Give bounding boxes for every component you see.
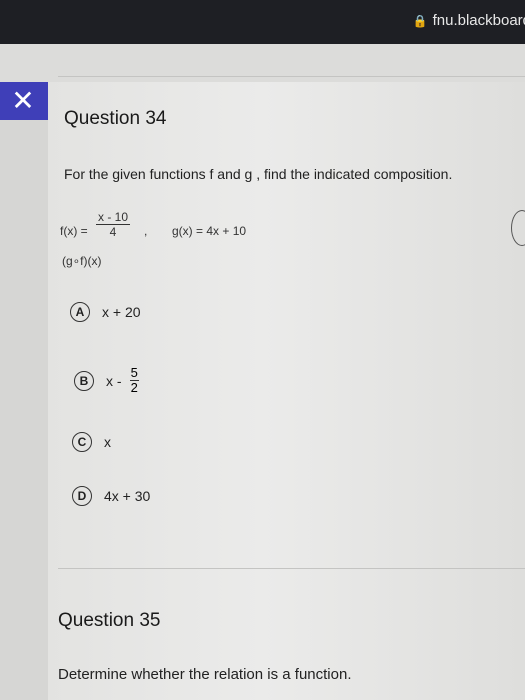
url-text: fnu.blackboard: [432, 12, 525, 29]
g-definition: g(x) = 4x + 10: [172, 224, 247, 238]
question-34-title: Question 34: [64, 108, 167, 129]
question-35-prompt: Determine whether the relation is a func…: [58, 666, 352, 683]
radio-a[interactable]: A: [70, 302, 90, 322]
option-c-text: x: [104, 434, 111, 450]
close-icon[interactable]: ✕: [8, 86, 38, 116]
option-b-frac-num: 5: [129, 365, 139, 381]
option-a-text: x + 20: [102, 304, 141, 320]
edge-control: [511, 210, 525, 246]
radio-b[interactable]: B: [74, 370, 94, 391]
question-divider: [58, 568, 525, 569]
option-a[interactable]: A x + 20: [70, 302, 141, 322]
composition-label: (g∘f)(x): [62, 254, 102, 268]
close-panel[interactable]: ✕: [0, 82, 48, 120]
option-b-text: x -: [106, 372, 122, 389]
url-display[interactable]: 🔒 fnu.blackboard: [413, 12, 525, 29]
f-label: f(x) =: [60, 224, 88, 238]
f-separator: ,: [144, 224, 148, 238]
option-c[interactable]: C x: [72, 432, 111, 452]
radio-d[interactable]: D: [72, 486, 92, 506]
top-divider: [58, 76, 525, 77]
question-35-title: Question 35: [58, 610, 161, 631]
question-content: Question 34 For the given functions f an…: [48, 76, 525, 700]
question-34-prompt: For the given functions f and g , find t…: [64, 166, 453, 182]
radio-c[interactable]: C: [72, 432, 92, 452]
f-denominator: 4: [109, 225, 117, 239]
lock-icon: 🔒: [412, 14, 428, 28]
option-b-fraction: 5 2: [129, 365, 139, 395]
f-fraction: x - 10 4: [96, 210, 131, 239]
option-d-text: 4x + 30: [104, 488, 151, 504]
f-numerator: x - 10: [96, 210, 131, 225]
option-d[interactable]: D 4x + 30: [72, 486, 150, 506]
option-b[interactable]: B x - 5 2: [74, 366, 139, 395]
browser-address-bar: 🔒 fnu.blackboard: [0, 0, 525, 44]
option-b-frac-den: 2: [130, 380, 138, 395]
